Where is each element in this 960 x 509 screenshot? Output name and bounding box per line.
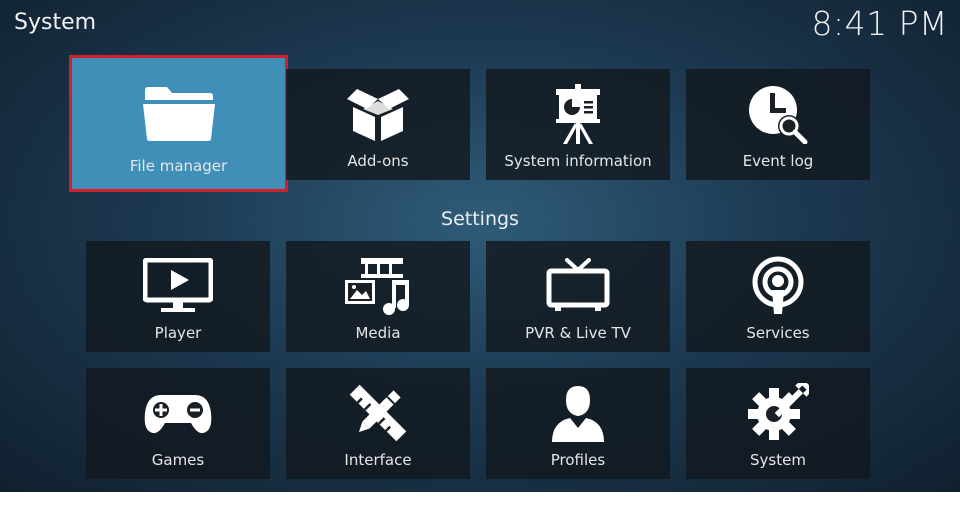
tile-label: System xyxy=(750,451,806,469)
tile-label: Interface xyxy=(344,451,412,469)
bottom-margin xyxy=(0,492,960,509)
tile-event-log[interactable]: Event log xyxy=(686,69,870,180)
section-heading-settings: Settings xyxy=(441,208,519,230)
tile-label: Services xyxy=(746,324,810,342)
tile-services[interactable]: Services xyxy=(686,241,870,352)
tile-add-ons[interactable]: Add-ons xyxy=(286,69,470,180)
gear-wrench-icon xyxy=(686,382,870,444)
kodi-system-screen: System 8:41 PM File manager Add-ons Syst… xyxy=(0,0,960,492)
clock: 8:41 PM xyxy=(811,4,948,43)
tile-system[interactable]: System xyxy=(686,368,870,479)
gamepad-icon xyxy=(86,382,270,444)
tile-label: Add-ons xyxy=(347,152,409,170)
podcast-broadcast-icon xyxy=(686,255,870,317)
tile-label: File manager xyxy=(129,157,228,175)
folder-icon xyxy=(72,78,285,148)
media-film-music-icon xyxy=(286,255,470,317)
tile-system-information[interactable]: System information xyxy=(486,69,670,180)
tile-media[interactable]: Media xyxy=(286,241,470,352)
tile-player[interactable]: Player xyxy=(86,241,270,352)
open-box-icon xyxy=(286,83,470,145)
tile-profiles[interactable]: Profiles xyxy=(486,368,670,479)
tv-antenna-icon xyxy=(486,255,670,317)
monitor-play-icon xyxy=(86,255,270,317)
tile-games[interactable]: Games xyxy=(86,368,270,479)
tile-file-manager[interactable]: File manager xyxy=(69,55,288,192)
tile-label: Player xyxy=(154,324,202,342)
tile-pvr-live-tv[interactable]: PVR & Live TV xyxy=(486,241,670,352)
tile-label: Profiles xyxy=(550,451,606,469)
clock-search-icon xyxy=(686,83,870,145)
pencil-ruler-icon xyxy=(286,382,470,444)
tile-label: PVR & Live TV xyxy=(525,324,631,342)
user-profile-icon xyxy=(486,382,670,444)
tile-label: Media xyxy=(355,324,401,342)
tile-label: Event log xyxy=(742,152,814,170)
page-title: System xyxy=(14,10,97,35)
presentation-easel-icon xyxy=(486,83,670,145)
tile-label: Games xyxy=(151,451,205,469)
tile-interface[interactable]: Interface xyxy=(286,368,470,479)
tile-label: System information xyxy=(504,152,652,170)
